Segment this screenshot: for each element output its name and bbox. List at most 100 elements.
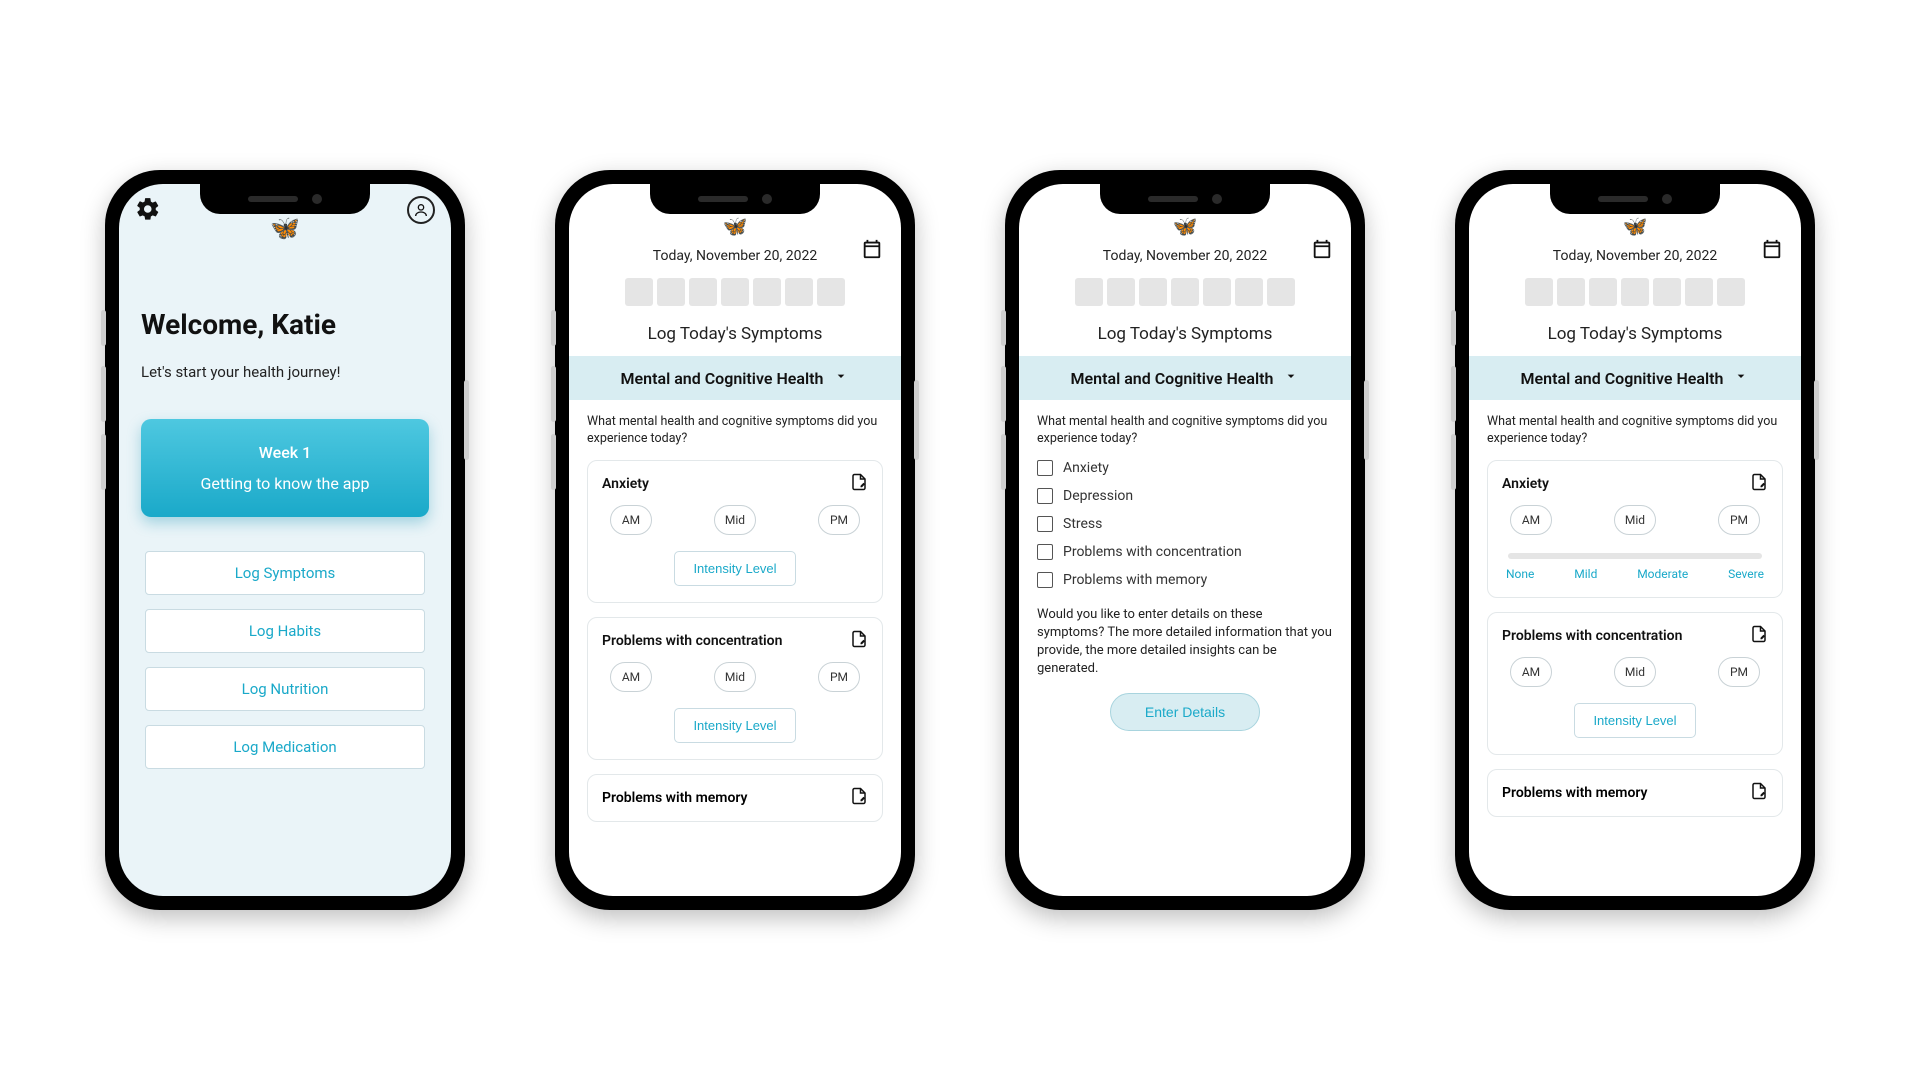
edit-note-icon[interactable] <box>850 787 868 809</box>
symptom-card-anxiety: Anxiety AM Mid PM Intensity Level <box>587 460 883 603</box>
time-mid-button[interactable]: Mid <box>1614 505 1656 535</box>
edit-note-icon[interactable] <box>850 630 868 652</box>
section-header-mental[interactable]: Mental and Cognitive Health <box>569 356 901 400</box>
day-box[interactable] <box>1685 278 1713 306</box>
section-header-mental[interactable]: Mental and Cognitive Health <box>1019 356 1351 400</box>
phone-power-button <box>914 380 919 460</box>
calendar-icon[interactable] <box>1761 238 1783 264</box>
edit-note-icon[interactable] <box>850 473 868 495</box>
day-box[interactable] <box>1621 278 1649 306</box>
day-box[interactable] <box>1557 278 1585 306</box>
intensity-severe[interactable]: Severe <box>1728 567 1764 581</box>
intensity-level-button[interactable]: Intensity Level <box>674 551 795 586</box>
intensity-level-button[interactable]: Intensity Level <box>1574 703 1695 738</box>
intensity-slider[interactable] <box>1508 553 1762 559</box>
day-box[interactable] <box>1717 278 1745 306</box>
symptom-card-memory-collapsed[interactable]: Problems with memory <box>587 774 883 822</box>
day-box[interactable] <box>1203 278 1231 306</box>
edit-note-icon[interactable] <box>1750 782 1768 804</box>
day-box[interactable] <box>1267 278 1295 306</box>
phone-power-button <box>464 380 469 460</box>
phone-volume-up <box>101 366 106 422</box>
log-habits-button[interactable]: Log Habits <box>145 609 425 653</box>
phone-volume-down <box>1451 434 1456 490</box>
section-header-mental[interactable]: Mental and Cognitive Health <box>1469 356 1801 400</box>
phone-notch <box>1100 184 1270 214</box>
butterfly-logo-icon: 🦋 <box>1173 214 1198 238</box>
time-am-button[interactable]: AM <box>610 662 652 692</box>
day-box[interactable] <box>753 278 781 306</box>
log-nutrition-button[interactable]: Log Nutrition <box>145 667 425 711</box>
checkbox-label: Problems with memory <box>1063 572 1207 588</box>
symptom-name: Problems with concentration <box>602 633 782 649</box>
time-pm-button[interactable]: PM <box>818 662 860 692</box>
phone-volume-down <box>101 434 106 490</box>
symptom-prompt: What mental health and cognitive symptom… <box>587 414 883 448</box>
day-box[interactable] <box>625 278 653 306</box>
intensity-level-button[interactable]: Intensity Level <box>674 708 795 743</box>
intensity-none[interactable]: None <box>1506 567 1534 581</box>
checkbox-anxiety[interactable]: Anxiety <box>1037 460 1333 476</box>
log-symptoms-button[interactable]: Log Symptoms <box>145 551 425 595</box>
day-box[interactable] <box>1171 278 1199 306</box>
day-box[interactable] <box>721 278 749 306</box>
phone-mute-switch <box>1451 310 1456 346</box>
week-day-strip <box>1019 278 1351 306</box>
edit-note-icon[interactable] <box>1750 625 1768 647</box>
day-box[interactable] <box>1075 278 1103 306</box>
week-description: Getting to know the app <box>159 474 411 493</box>
checkbox-label: Depression <box>1063 488 1133 504</box>
enter-details-button[interactable]: Enter Details <box>1110 693 1260 731</box>
butterfly-logo-icon: 🦋 <box>270 214 300 242</box>
checkbox-label: Anxiety <box>1063 460 1109 476</box>
day-box[interactable] <box>1235 278 1263 306</box>
calendar-icon[interactable] <box>861 238 883 264</box>
time-am-button[interactable]: AM <box>1510 657 1552 687</box>
time-mid-button[interactable]: Mid <box>1614 657 1656 687</box>
day-box[interactable] <box>1139 278 1167 306</box>
symptom-card-memory-collapsed[interactable]: Problems with memory <box>1487 769 1783 817</box>
checkbox-label: Problems with concentration <box>1063 544 1242 560</box>
phone-power-button <box>1364 380 1369 460</box>
day-box[interactable] <box>1589 278 1617 306</box>
log-medication-button[interactable]: Log Medication <box>145 725 425 769</box>
symptom-name: Anxiety <box>602 476 649 492</box>
symptom-card-concentration: Problems with concentration AM Mid PM In… <box>587 617 883 760</box>
day-box[interactable] <box>689 278 717 306</box>
checkbox-stress[interactable]: Stress <box>1037 516 1333 532</box>
checkbox-memory[interactable]: Problems with memory <box>1037 572 1333 588</box>
week-card[interactable]: Week 1 Getting to know the app <box>141 419 429 517</box>
calendar-icon[interactable] <box>1311 238 1333 264</box>
symptom-prompt: What mental health and cognitive symptom… <box>1037 414 1333 448</box>
time-pm-button[interactable]: PM <box>1718 657 1760 687</box>
checkbox-depression[interactable]: Depression <box>1037 488 1333 504</box>
section-header-label: Mental and Cognitive Health <box>1521 369 1724 388</box>
time-mid-button[interactable]: Mid <box>714 662 756 692</box>
welcome-subtitle: Let's start your health journey! <box>141 363 429 381</box>
log-page-title: Log Today's Symptoms <box>569 324 901 344</box>
day-box[interactable] <box>657 278 685 306</box>
day-box[interactable] <box>785 278 813 306</box>
time-am-button[interactable]: AM <box>1510 505 1552 535</box>
profile-icon[interactable] <box>407 196 435 224</box>
edit-note-icon[interactable] <box>1750 473 1768 495</box>
day-box[interactable] <box>1107 278 1135 306</box>
symptom-name: Problems with memory <box>1502 785 1648 801</box>
phone-mute-switch <box>101 310 106 346</box>
gear-icon[interactable] <box>135 196 161 226</box>
time-pm-button[interactable]: PM <box>1718 505 1760 535</box>
intensity-moderate[interactable]: Moderate <box>1637 567 1688 581</box>
time-pm-button[interactable]: PM <box>818 505 860 535</box>
checkbox-concentration[interactable]: Problems with concentration <box>1037 544 1333 560</box>
day-box[interactable] <box>1653 278 1681 306</box>
time-mid-button[interactable]: Mid <box>714 505 756 535</box>
phone-mute-switch <box>551 310 556 346</box>
intensity-mild[interactable]: Mild <box>1574 567 1597 581</box>
section-header-label: Mental and Cognitive Health <box>621 369 824 388</box>
day-box[interactable] <box>1525 278 1553 306</box>
symptom-name: Problems with concentration <box>1502 628 1682 644</box>
day-box[interactable] <box>817 278 845 306</box>
week-title: Week 1 <box>159 443 411 462</box>
phone-mute-switch <box>1001 310 1006 346</box>
time-am-button[interactable]: AM <box>610 505 652 535</box>
